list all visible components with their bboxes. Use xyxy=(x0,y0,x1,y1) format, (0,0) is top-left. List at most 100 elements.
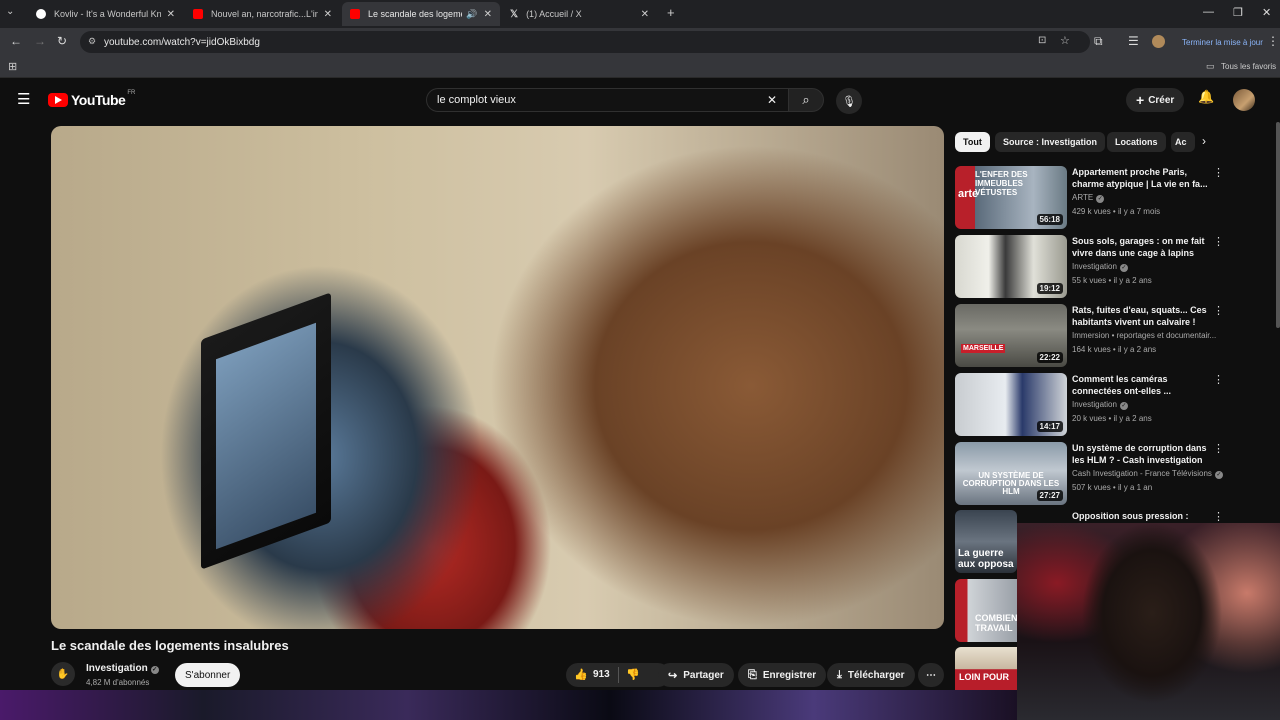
extensions-icon[interactable]: ⧉ xyxy=(1094,34,1103,49)
share-button[interactable]: ↪ Partager xyxy=(658,663,734,687)
close-icon[interactable]: ✕ xyxy=(641,9,649,20)
chevron-right-icon[interactable]: › xyxy=(1202,134,1206,148)
video-title[interactable]: Sous sols, garages : on me fait vivre da… xyxy=(1072,235,1212,259)
recommendation-item[interactable]: 14:17 Comment les caméras connectées ont… xyxy=(955,373,1230,437)
tab-x-accueil[interactable]: 𝕏 (1) Accueil / X ✕ xyxy=(502,2,657,26)
channel-name-text: Immersion • reportages et documentair... xyxy=(1072,331,1217,340)
search-button[interactable]: ⌕ xyxy=(788,88,824,112)
tab-narcotrafic[interactable]: Nouvel an, narcotrafic...L'interv ✕ xyxy=(185,2,340,26)
search-input[interactable]: le complot vieux ✕ xyxy=(426,88,788,112)
more-vertical-icon[interactable]: ⋮ xyxy=(1213,510,1224,523)
more-vertical-icon[interactable]: ⋮ xyxy=(1213,442,1224,455)
close-icon[interactable]: ✕ xyxy=(167,9,175,20)
tab-kovliv[interactable]: Kovliv - It's a Wonderful Knife ( ✕ xyxy=(28,2,183,26)
video-thumbnail[interactable]: LOIN POUR xyxy=(955,647,1017,691)
url-text: youtube.com/watch?v=jidOkBixbdg xyxy=(104,36,260,48)
video-thumbnail[interactable]: COMBIEN TRAVAIL xyxy=(955,579,1017,642)
recommendation-item[interactable]: L'ENFER DES IMMEUBLES VÉTUSTES arte 56:1… xyxy=(955,166,1230,230)
video-title[interactable]: Opposition sous pression : xyxy=(1072,510,1212,522)
thumbs-down-icon[interactable]: 👎 xyxy=(626,668,640,681)
channel-name-text: Investigation xyxy=(1072,400,1117,409)
channel-avatar[interactable]: ✋ xyxy=(51,662,75,686)
forward-arrow-icon[interactable]: → xyxy=(34,34,46,48)
chip-more[interactable]: Ac xyxy=(1171,132,1195,152)
back-arrow-icon[interactable]: ← xyxy=(10,34,22,48)
scrollbar-thumb[interactable] xyxy=(1276,122,1280,328)
hamburger-menu-icon[interactable]: ☰ xyxy=(17,90,30,108)
search-value: le complot vieux xyxy=(437,94,516,106)
channel-name[interactable]: Immersion • reportages et documentair... xyxy=(1072,331,1216,340)
channel-name[interactable]: Investigation ✓ xyxy=(86,663,159,674)
subscribe-button[interactable]: S'abonner xyxy=(175,663,241,687)
more-vertical-icon[interactable]: ⋮ xyxy=(1213,304,1224,317)
save-label: Enregistrer xyxy=(762,669,817,681)
notifications-bell-icon[interactable]: 🔔 xyxy=(1198,89,1214,105)
video-thumbnail[interactable]: L'ENFER DES IMMEUBLES VÉTUSTES arte 56:1… xyxy=(955,166,1067,229)
webcam-overlay xyxy=(1017,523,1280,720)
recommendation-item[interactable]: MARSEILLE 22:22 Rats, fuites d'eau, squa… xyxy=(955,304,1230,368)
reload-icon[interactable]: ↻ xyxy=(57,34,67,48)
voice-search-button[interactable]: 🎙 xyxy=(836,88,862,114)
youtube-logo[interactable]: YouTube FR xyxy=(48,90,135,108)
video-title[interactable]: Comment les caméras connectées ont-elles… xyxy=(1072,373,1212,397)
profile-avatar[interactable] xyxy=(1152,35,1165,48)
reading-list-icon[interactable]: ☰ xyxy=(1128,34,1139,48)
account-avatar[interactable] xyxy=(1233,89,1255,111)
download-button[interactable]: ⤓ Télécharger xyxy=(827,663,915,687)
channel-name[interactable]: Investigation ✓ xyxy=(1072,400,1128,410)
video-thumbnail[interactable]: UN SYSTÈME DE CORRUPTION DANS LES HLM 27… xyxy=(955,442,1067,505)
minimize-icon[interactable]: — xyxy=(1203,6,1214,18)
chip-all[interactable]: Tout xyxy=(955,132,990,152)
maximize-icon[interactable]: ❐ xyxy=(1233,6,1243,19)
create-button[interactable]: + Créer xyxy=(1126,88,1185,112)
channel-name[interactable]: Investigation ✓ xyxy=(1072,262,1128,272)
speaker-icon[interactable]: 🔊 xyxy=(466,9,477,20)
chip-source-investigation[interactable]: Source : Investigation xyxy=(995,132,1106,152)
video-thumbnail[interactable]: MARSEILLE 22:22 xyxy=(955,304,1067,367)
video-duration: 22:22 xyxy=(1036,352,1063,363)
globe-icon xyxy=(36,9,46,19)
thumbnail-text: La guerre aux opposa xyxy=(958,548,1014,570)
video-title[interactable]: Appartement proche Paris, charme atypiqu… xyxy=(1072,166,1212,190)
close-icon[interactable]: ✕ xyxy=(324,9,332,20)
thumbnail-text: MARSEILLE xyxy=(961,344,1006,353)
youtube-play-icon xyxy=(48,93,68,107)
new-tab-icon[interactable]: + xyxy=(667,5,675,20)
channel-name[interactable]: Cash Investigation - France Télévisions ✓ xyxy=(1072,469,1223,479)
window-close-icon[interactable]: ✕ xyxy=(1262,6,1271,19)
verified-icon: ✓ xyxy=(1119,264,1128,272)
video-title[interactable]: Un système de corruption dans les HLM ? … xyxy=(1072,442,1212,466)
site-info-icon[interactable]: ⚙ xyxy=(88,36,96,47)
apps-grid-icon[interactable]: ⊞ xyxy=(8,60,17,73)
address-bar[interactable]: ⚙ youtube.com/watch?v=jidOkBixbdg ⊡ ☆ xyxy=(80,31,1090,53)
download-icon: ⤓ xyxy=(837,668,842,681)
save-button[interactable]: ⎘ Enregistrer xyxy=(738,663,827,687)
chip-locations[interactable]: Locations xyxy=(1107,132,1166,152)
clear-search-icon[interactable]: ✕ xyxy=(767,93,777,107)
video-thumbnail[interactable]: 19:12 xyxy=(955,235,1067,298)
like-dislike-group: 👍 913 👎 xyxy=(566,663,670,687)
video-player[interactable] xyxy=(51,126,944,629)
youtube-icon xyxy=(350,9,360,19)
recommendation-item[interactable]: UN SYSTÈME DE CORRUPTION DANS LES HLM 27… xyxy=(955,442,1230,506)
video-meta: 20 k vues • il y a 2 ans xyxy=(1072,414,1152,423)
tab-list-icon[interactable]: ⌄ xyxy=(6,6,14,17)
video-title[interactable]: Rats, fuites d'eau, squats... Ces habita… xyxy=(1072,304,1212,328)
install-app-icon[interactable]: ⊡ xyxy=(1038,35,1046,46)
thumbs-up-icon[interactable]: 👍 xyxy=(574,668,588,681)
more-vertical-icon[interactable]: ⋮ xyxy=(1213,166,1224,179)
video-thumbnail[interactable]: La guerre aux opposa xyxy=(955,510,1017,573)
recommendation-item[interactable]: 19:12 Sous sols, garages : on me fait vi… xyxy=(955,235,1230,299)
channel-name[interactable]: ARTE ✓ xyxy=(1072,193,1105,203)
bookmark-star-icon[interactable]: ☆ xyxy=(1060,34,1070,47)
update-button[interactable]: Terminer la mise à jour xyxy=(1176,33,1269,51)
more-actions-button[interactable]: ⋯ xyxy=(918,663,944,687)
tab-active-scandale[interactable]: Le scandale des logements 🔊 ✕ xyxy=(342,2,500,26)
video-thumbnail[interactable]: 14:17 xyxy=(955,373,1067,436)
close-icon[interactable]: ✕ xyxy=(484,9,492,20)
like-count[interactable]: 913 xyxy=(593,669,610,680)
more-vertical-icon[interactable]: ⋮ xyxy=(1213,373,1224,386)
all-bookmarks-link[interactable]: Tous les favoris xyxy=(1221,62,1276,71)
x-logo-icon: 𝕏 xyxy=(510,8,519,20)
more-vertical-icon[interactable]: ⋮ xyxy=(1213,235,1224,248)
